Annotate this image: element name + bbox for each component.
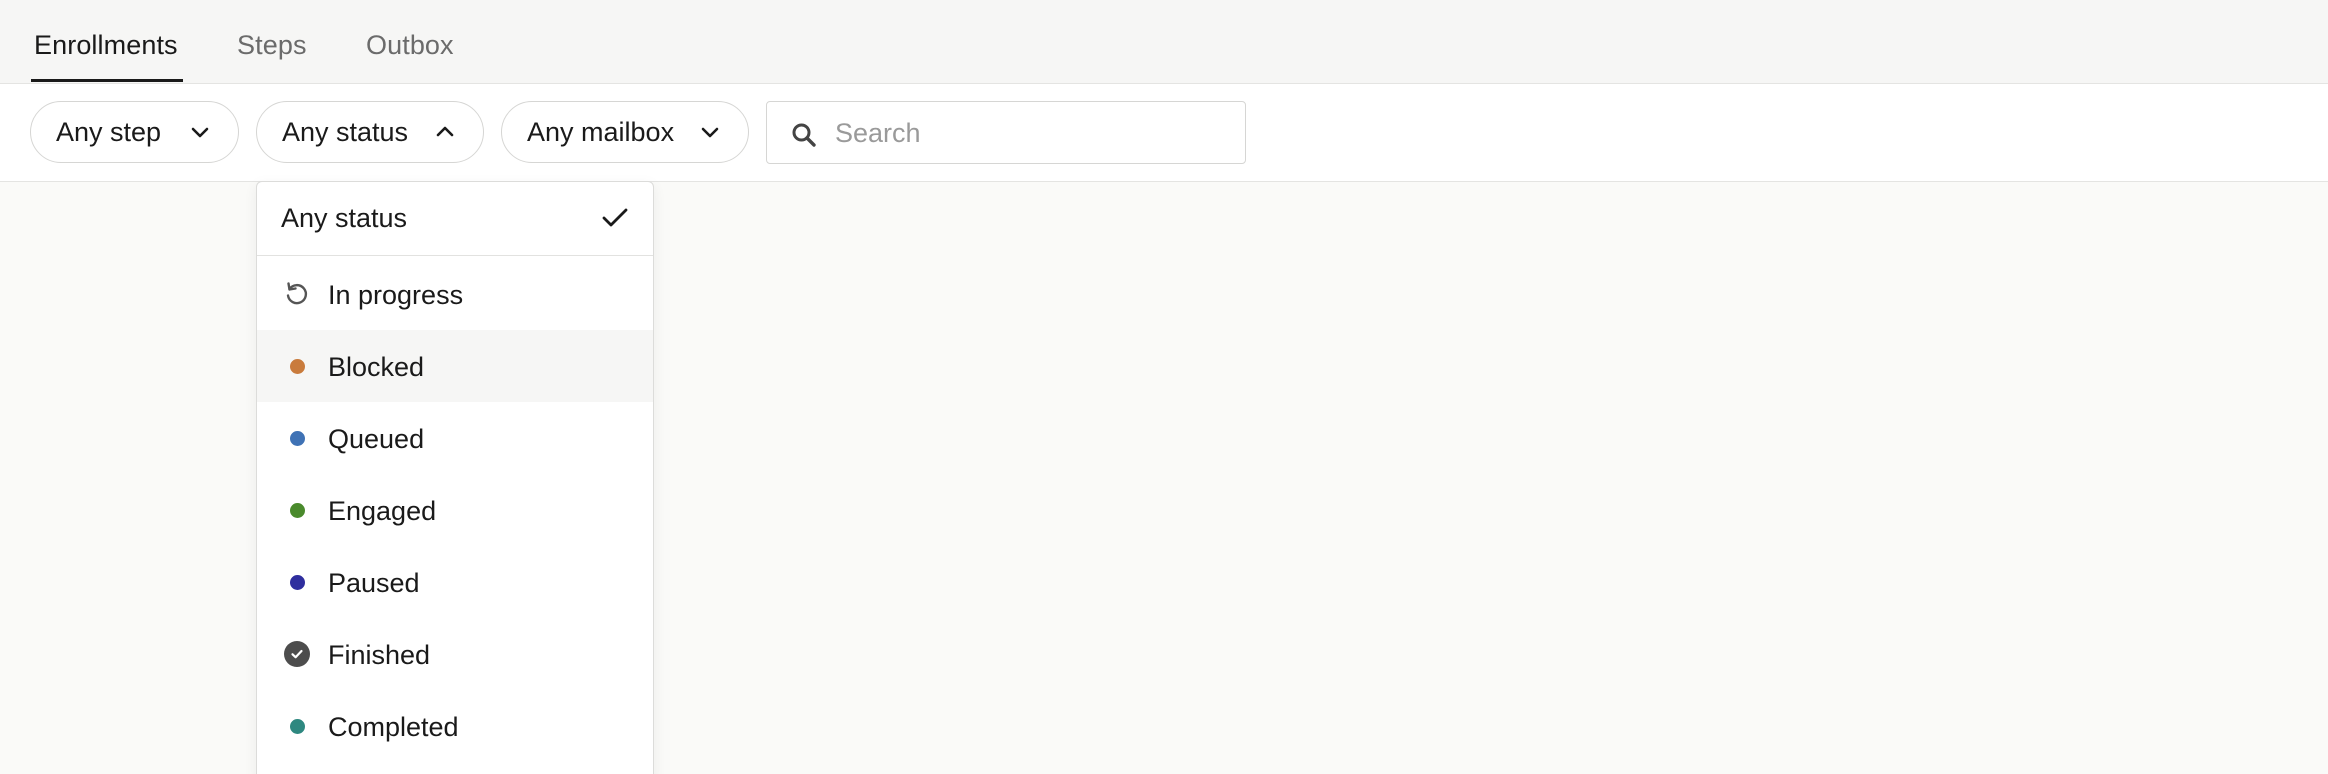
mailbox-filter-button[interactable]: Any mailbox (501, 101, 749, 163)
tab-outbox[interactable]: Outbox (366, 30, 454, 84)
status-option-label: Finished (328, 640, 431, 670)
step-filter-button[interactable]: Any step (30, 101, 239, 163)
status-option-in-progress[interactable]: In progress (257, 258, 653, 330)
check-circle-icon (284, 641, 310, 667)
engaged-status-dot-icon (290, 503, 305, 518)
blocked-status-dot-icon (290, 359, 305, 374)
status-option-paused[interactable]: Paused (257, 546, 653, 618)
tab-enrollments[interactable]: Enrollments (31, 30, 183, 84)
completed-status-dot-icon (290, 719, 305, 734)
status-option-any[interactable]: Any status (257, 182, 653, 256)
status-option-blocked[interactable]: Blocked (257, 330, 653, 402)
status-option-label: Blocked (328, 352, 425, 382)
search-input[interactable] (835, 114, 1225, 152)
status-filter-label: Any status (282, 116, 409, 147)
status-option-finished[interactable]: Finished (257, 618, 653, 690)
refresh-icon (286, 282, 308, 305)
status-option-completed[interactable]: Completed (257, 690, 653, 762)
status-option-label: Completed (328, 712, 459, 742)
status-filter-button[interactable]: Any status (256, 101, 484, 163)
filter-toolbar: Any step Any status Any mailbox (0, 84, 2328, 182)
tab-bar: Enrollments Steps Outbox (0, 0, 2328, 84)
chevron-up-icon (436, 126, 454, 137)
status-option-label: Paused (328, 568, 420, 598)
search-icon (792, 123, 816, 147)
queued-status-dot-icon (290, 431, 305, 446)
status-option-label: In progress (328, 280, 464, 310)
status-option-label: Any status (281, 203, 408, 233)
tab-steps[interactable]: Steps (237, 30, 307, 84)
search-box (766, 101, 1246, 164)
mailbox-filter-label: Any mailbox (527, 116, 675, 147)
status-option-engaged[interactable]: Engaged (257, 474, 653, 546)
chevron-down-icon (701, 127, 719, 138)
status-dropdown-menu: Any status In progress Blocked Queued En… (256, 181, 654, 774)
step-filter-label: Any step (56, 116, 162, 147)
chevron-down-icon (191, 127, 209, 138)
status-option-label: Queued (328, 424, 425, 454)
status-option-label: Engaged (328, 496, 437, 526)
checkmark-icon (602, 208, 628, 227)
paused-status-dot-icon (290, 575, 305, 590)
status-option-queued[interactable]: Queued (257, 402, 653, 474)
